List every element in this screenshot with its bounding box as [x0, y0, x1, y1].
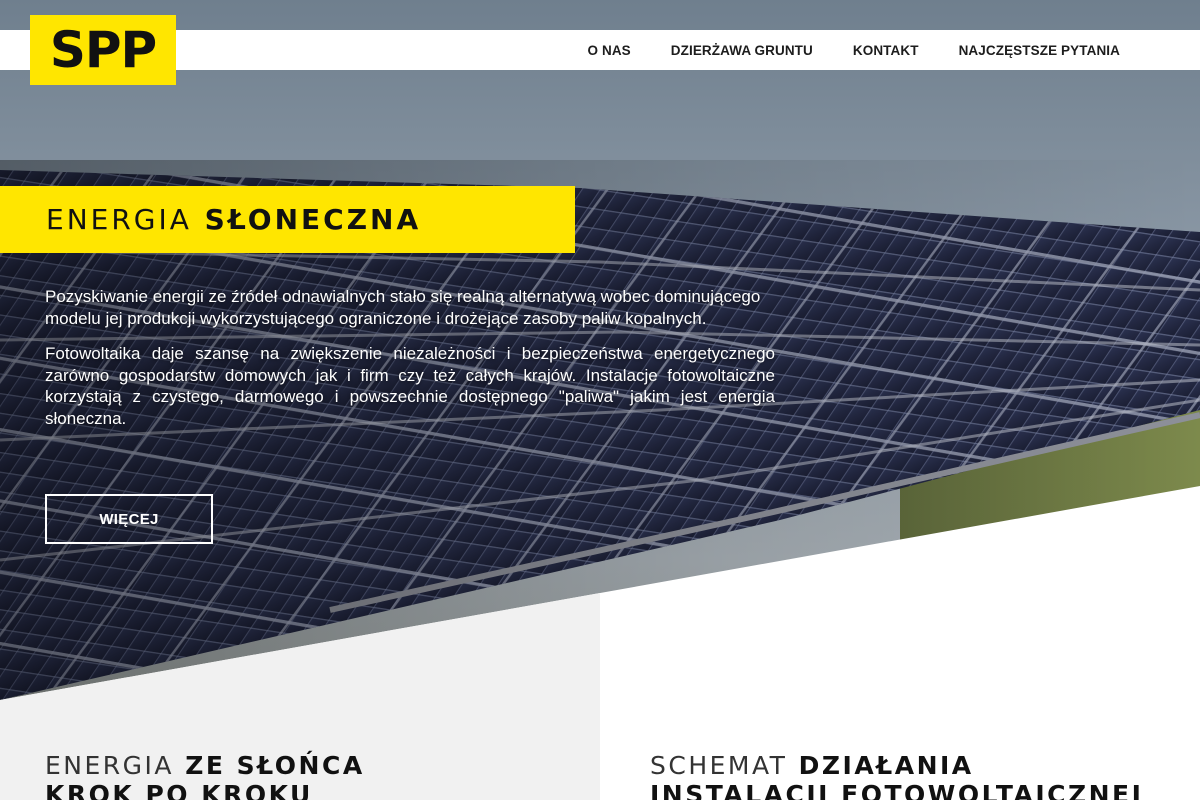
section-heading-energy-steps: ENERGIA ZE SŁOŃCA KROK PO KROKU	[45, 751, 365, 800]
main-nav: O NAS DZIERŻAWA GRUNTU KONTAKT NAJCZĘSTS…	[588, 30, 1120, 70]
nav-item-land-lease[interactable]: DZIERŻAWA GRUNTU	[671, 43, 813, 58]
section-left-line1-thin: ENERGIA	[45, 751, 175, 780]
section-right-line1-bold: DZIAŁANIA	[798, 751, 974, 780]
nav-item-faq[interactable]: NAJCZĘSTSZE PYTANIA	[959, 43, 1120, 58]
logo[interactable]: SPP	[30, 15, 176, 85]
hero-paragraph-1: Pozyskiwanie energii ze źródeł odnawialn…	[45, 287, 761, 328]
section-heading-installation-scheme: SCHEMAT DZIAŁANIA INSTALACJI FOTOWOLTAIC…	[650, 751, 1143, 800]
hero-paragraph-2: Fotowoltaika daje szansę na zwiększenie …	[45, 344, 775, 428]
section-right-line2-bold: INSTALACJI FOTOWOLTAICZNEJ	[650, 780, 1144, 800]
page: SPP O NAS DZIERŻAWA GRUNTU KONTAKT NAJCZ…	[0, 0, 1200, 800]
hero-description: Pozyskiwanie energii ze źródeł odnawialn…	[45, 286, 775, 443]
more-button[interactable]: WIĘCEJ	[45, 494, 213, 544]
nav-item-about[interactable]: O NAS	[588, 43, 631, 58]
hero-title-bar: ENERGIA SŁONECZNA	[0, 186, 575, 253]
nav-item-contact[interactable]: KONTAKT	[853, 43, 919, 58]
section-right-line1-thin: SCHEMAT	[650, 751, 788, 780]
section-left-line2-bold: KROK PO KROKU	[45, 780, 313, 800]
hero-title-thin: ENERGIA	[46, 203, 192, 236]
section-left-line1-bold: ZE SŁOŃCA	[185, 751, 365, 780]
hero-title: ENERGIA SŁONECZNA	[46, 203, 421, 237]
hero-title-bold: SŁONECZNA	[204, 203, 422, 236]
logo-text: SPP	[49, 21, 157, 79]
